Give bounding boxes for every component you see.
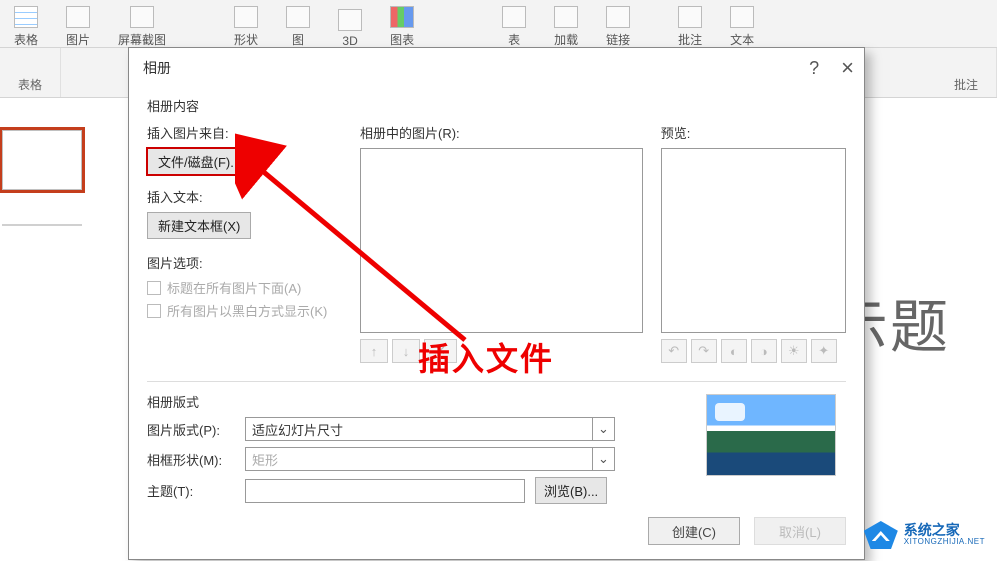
frame-shape-label: 相框形状(M): [147,450,235,469]
ribbon-item-smartart[interactable]: 图 [272,2,324,50]
image-icon [286,6,310,28]
insert-text-label: 插入文本: [147,187,342,206]
divider [147,381,846,382]
ribbon-label: 屏幕截图 [118,31,166,48]
ribbon-label: 形状 [234,31,258,48]
checkbox-icon [147,281,161,295]
ribbon-item-shapes[interactable]: 形状 [220,2,272,50]
cube-icon [338,9,362,31]
pic-layout-value: 适应幻灯片尺寸 [252,420,343,439]
move-up-button[interactable]: ↑ [360,339,388,363]
pic-layout-combo[interactable]: 适应幻灯片尺寸 ⌄ [245,417,615,441]
theme-label: 主题(T): [147,481,235,500]
ribbon-label: 加载 [554,31,578,48]
browse-button[interactable]: 浏览(B)... [535,477,607,504]
ribbon-group-comment: 批注 [936,48,997,97]
frame-shape-value: 矩形 [252,450,278,469]
close-button[interactable]: × [841,55,854,81]
ribbon-item-screenshot[interactable]: 屏幕截图 [104,2,180,50]
ribbon-item-text[interactable]: 文本 [716,2,768,50]
ribbon-label: 批注 [678,31,702,48]
table-icon [14,6,38,28]
ribbon-group-table: 表格 [0,48,61,97]
ribbon: 表格 图片 屏幕截图 形状 图 3D 图表 表 加载 链接 批注 文本 [0,0,997,48]
checkbox-icon [147,304,161,318]
screenshot-icon [130,6,154,28]
cancel-button[interactable]: 取消(L) [754,517,846,545]
ribbon-item-table2[interactable]: 表 [488,2,540,50]
pictures-in-album-label: 相册中的图片(R): [360,123,643,142]
ribbon-item-3d[interactable]: 3D [324,2,376,50]
ribbon-item-link[interactable]: 链接 [592,2,644,50]
insert-from-label: 插入图片来自: [147,123,342,142]
ribbon-label: 表 [508,31,520,48]
pictures-listbox[interactable] [360,148,643,333]
ribbon-label: 文本 [730,31,754,48]
section-content-label: 相册内容 [147,96,846,115]
brightness-up-button[interactable]: ☀ [781,339,807,363]
help-button[interactable]: ? [809,58,819,79]
ribbon-label: 图表 [390,31,414,48]
layout-preview-image [706,394,836,476]
option-caption-label: 标题在所有图片下面(A) [167,278,301,297]
create-button[interactable]: 创建(C) [648,517,740,545]
options-label: 图片选项: [147,253,342,272]
watermark-logo-icon [864,521,898,549]
text-icon [730,6,754,28]
ribbon-item-table[interactable]: 表格 [0,2,52,50]
slide-insertion-marker [2,224,82,226]
remove-button[interactable]: ✕ [424,339,457,363]
ribbon-item-comment[interactable]: 批注 [664,2,716,50]
new-textbox-button[interactable]: 新建文本框(X) [147,212,251,239]
preview-label: 预览: [661,123,846,142]
option-bw-label: 所有图片以黑白方式显示(K) [167,301,327,320]
ribbon-label: 图片 [66,31,90,48]
link-icon [606,6,630,28]
watermark: 系统之家 XITONGZHIJIA.NET [864,521,985,549]
frame-shape-combo[interactable]: 矩形 ⌄ [245,447,615,471]
dialog-footer: 创建(C) 取消(L) [129,507,864,559]
theme-input[interactable] [245,479,525,503]
form-icon [502,6,526,28]
option-caption-row[interactable]: 标题在所有图片下面(A) [147,278,342,297]
chevron-down-icon: ⌄ [592,418,614,440]
slide-thumbnail-1[interactable] [2,130,82,190]
comment-icon [678,6,702,28]
watermark-en: XITONGZHIJIA.NET [904,538,985,547]
shapes-icon [234,6,258,28]
ribbon-label: 图 [292,31,304,48]
option-bw-row[interactable]: 所有图片以黑白方式显示(K) [147,301,342,320]
rotate-right-button[interactable]: ↷ [691,339,717,363]
brightness-down-button[interactable]: ✦ [811,339,837,363]
file-disk-button[interactable]: 文件/磁盘(F)... [147,148,252,175]
chevron-down-icon: ⌄ [592,448,614,470]
dialog-titlebar: 相册 ? × [129,48,864,88]
ribbon-item-addins[interactable]: 加载 [540,2,592,50]
ribbon-label: 表格 [14,31,38,48]
preview-box [661,148,846,333]
ribbon-label: 3D [342,34,357,48]
move-down-button[interactable]: ↓ [392,339,420,363]
contrast-down-button[interactable]: ◐ [721,339,747,363]
addins-icon [554,6,578,28]
ribbon-label: 链接 [606,31,630,48]
watermark-zh: 系统之家 [904,523,985,538]
photo-album-dialog: 相册 ? × 相册内容 插入图片来自: 文件/磁盘(F)... 插入文本: 新建… [128,47,865,560]
rotate-left-button[interactable]: ↶ [661,339,687,363]
dialog-title: 相册 [143,58,171,78]
pic-layout-label: 图片版式(P): [147,420,235,439]
picture-icon [66,6,90,28]
contrast-up-button[interactable]: ◑ [751,339,777,363]
ribbon-item-chart[interactable]: 图表 [376,2,428,50]
chart-icon [390,6,414,28]
ribbon-item-picture[interactable]: 图片 [52,2,104,50]
ribbon-items: 表格 图片 屏幕截图 形状 图 3D 图表 表 加载 链接 批注 文本 [0,2,768,50]
